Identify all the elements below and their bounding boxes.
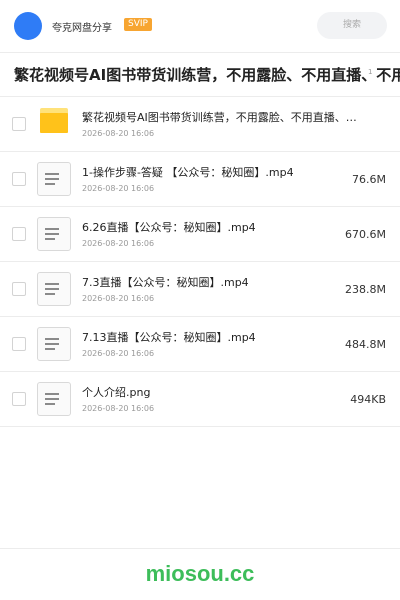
list-item[interactable]: 7.13直播【公众号：秘知圈】.mp4 2026-08-20 16:06 484…: [0, 317, 400, 372]
file-date: 2026-08-20 16:06: [82, 184, 155, 193]
file-date: 2026-08-20 16:06: [82, 349, 155, 358]
avatar[interactable]: [14, 12, 42, 40]
checkbox[interactable]: [12, 117, 26, 131]
file-list: 繁花视频号AI图书带货训练营，不用露脸、不用直播、… 2026-08-20 16…: [0, 97, 400, 427]
file-icon: [37, 327, 71, 361]
file-size: 484.8M: [345, 338, 386, 351]
file-size: 494KB: [350, 393, 386, 406]
list-item[interactable]: 7.3直播【公众号：秘知圈】.mp4 2026-08-20 16:06 238.…: [0, 262, 400, 317]
checkbox[interactable]: [12, 227, 26, 241]
title-count: 1: [368, 68, 373, 76]
svip-badge: SVIP: [124, 18, 152, 31]
file-date: 2026-08-20 16:06: [82, 129, 155, 138]
footer: miosou.cc: [0, 548, 400, 600]
checkbox[interactable]: [12, 172, 26, 186]
file-date: 2026-08-20 16:06: [82, 239, 155, 248]
file-name: 1-操作步骤-答疑 【公众号：秘知圈】.mp4: [82, 166, 294, 179]
file-name: 7.3直播【公众号：秘知圈】.mp4: [82, 276, 249, 289]
header: 夸克网盘分享 SVIP 搜索: [0, 0, 400, 53]
file-icon: [37, 272, 71, 306]
folder-icon: [37, 107, 71, 141]
file-icon: [37, 382, 71, 416]
search-button[interactable]: 搜索: [317, 12, 387, 39]
file-name: 7.13直播【公众号：秘知圈】.mp4: [82, 331, 256, 344]
file-name: 个人介绍.png: [82, 386, 151, 399]
share-page: 夸克网盘分享 SVIP 搜索 繁花视频号AI图书带货训练营，不用露脸、不用直播、…: [0, 0, 400, 600]
list-item[interactable]: 6.26直播【公众号：秘知圈】.mp4 2026-08-20 16:06 670…: [0, 207, 400, 262]
file-size: 76.6M: [352, 173, 386, 186]
file-size: 238.8M: [345, 283, 386, 296]
file-name: 6.26直播【公众号：秘知圈】.mp4: [82, 221, 256, 234]
share-title-row: 繁花视频号AI图书带货训练营，不用露脸、不用直播、不用 1: [0, 52, 400, 97]
file-size: 670.6M: [345, 228, 386, 241]
file-date: 2026-08-20 16:06: [82, 404, 155, 413]
file-date: 2026-08-20 16:06: [82, 294, 155, 303]
checkbox[interactable]: [12, 337, 26, 351]
watermark: miosou.cc: [145, 561, 255, 586]
checkbox[interactable]: [12, 392, 26, 406]
list-item[interactable]: 繁花视频号AI图书带货训练营，不用露脸、不用直播、… 2026-08-20 16…: [0, 97, 400, 152]
file-icon: [37, 217, 71, 251]
file-name: 繁花视频号AI图书带货训练营，不用露脸、不用直播、…: [82, 111, 357, 124]
list-item[interactable]: 个人介绍.png 2026-08-20 16:06 494KB: [0, 372, 400, 427]
file-icon: [37, 162, 71, 196]
share-title: 繁花视频号AI图书带货训练营，不用露脸、不用直播、不用: [14, 66, 400, 84]
checkbox[interactable]: [12, 282, 26, 296]
brand-name: 夸克网盘分享: [52, 23, 112, 34]
list-item[interactable]: 1-操作步骤-答疑 【公众号：秘知圈】.mp4 2026-08-20 16:06…: [0, 152, 400, 207]
